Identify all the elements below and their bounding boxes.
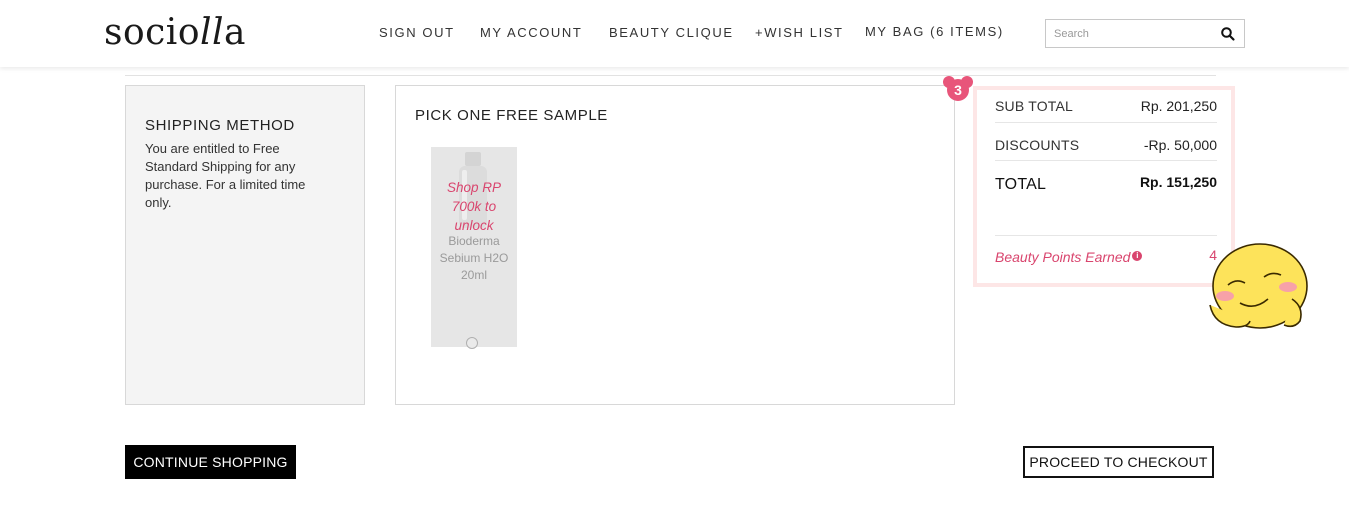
subtotal-value: Rp. 201,250 (1140, 98, 1217, 114)
shipping-method-title: SHIPPING METHOD (145, 117, 295, 134)
subtotal-row: SUB TOTAL Rp. 201,250 (995, 90, 1217, 123)
nav-beauty-clique[interactable]: BEAUTY CLIQUE (609, 25, 734, 40)
shipping-method-panel: SHIPPING METHOD You are entitled to Free… (125, 85, 365, 405)
free-sample-title: PICK ONE FREE SAMPLE (415, 107, 608, 124)
nav-my-bag[interactable]: MY BAG (6 ITEMS) (865, 24, 1004, 39)
total-label: TOTAL (995, 176, 1047, 193)
logo-text-italic: ll (200, 12, 225, 53)
order-summary: SUB TOTAL Rp. 201,250 DISCOUNTS -Rp. 50,… (973, 86, 1235, 287)
discounts-row: DISCOUNTS -Rp. 50,000 (995, 123, 1217, 161)
discounts-value: -Rp. 50,000 (1143, 137, 1217, 153)
logo-text-end: a (224, 12, 246, 53)
beauty-points-row: Beauty Points Earned i 4 (995, 246, 1217, 268)
nav-sign-out[interactable]: SIGN OUT (379, 25, 455, 40)
site-header: sociolla SIGN OUT MY ACCOUNT BEAUTY CLIQ… (0, 0, 1349, 67)
proceed-to-checkout-button[interactable]: PROCEED TO CHECKOUT (1023, 446, 1214, 478)
free-sample-panel: PICK ONE FREE SAMPLE Shop RP 700k to unl… (395, 85, 955, 405)
step-badge-icon: 3 (943, 76, 973, 101)
logo-text-main: socio (104, 12, 200, 53)
content-divider (125, 75, 1216, 76)
search-icon[interactable] (1220, 26, 1236, 42)
discounts-label: DISCOUNTS (995, 137, 1080, 153)
total-row: TOTAL Rp. 151,250 (995, 161, 1217, 236)
sample-name: Bioderma Sebium H2O 20ml (439, 234, 509, 282)
search-input[interactable] (1054, 26, 1214, 42)
sample-card[interactable]: Shop RP 700k to unlock Bioderma Sebium H… (431, 147, 517, 349)
step-badge-number: 3 (954, 82, 962, 98)
shipping-method-text: You are entitled to Free Standard Shippi… (145, 141, 306, 210)
subtotal-label: SUB TOTAL (995, 98, 1074, 114)
nav-wish-list[interactable]: +WISH LIST (755, 25, 844, 40)
continue-shopping-button[interactable]: CONTINUE SHOPPING (125, 445, 296, 479)
info-icon[interactable]: i (1132, 251, 1143, 261)
nav-my-account[interactable]: MY ACCOUNT (480, 25, 582, 40)
beauty-points-label-text: Beauty Points Earned (995, 249, 1131, 265)
sociolla-logo[interactable]: sociolla (104, 12, 246, 53)
search-box (1045, 19, 1245, 48)
sample-radio[interactable] (466, 337, 478, 349)
total-value: Rp. 151,250 (1139, 174, 1217, 190)
blushing-emoji-sticker-icon (1209, 243, 1308, 329)
beauty-points-label: Beauty Points Earned i (995, 249, 1143, 265)
sample-unlock-text: Shop RP 700k to unlock (446, 180, 502, 233)
